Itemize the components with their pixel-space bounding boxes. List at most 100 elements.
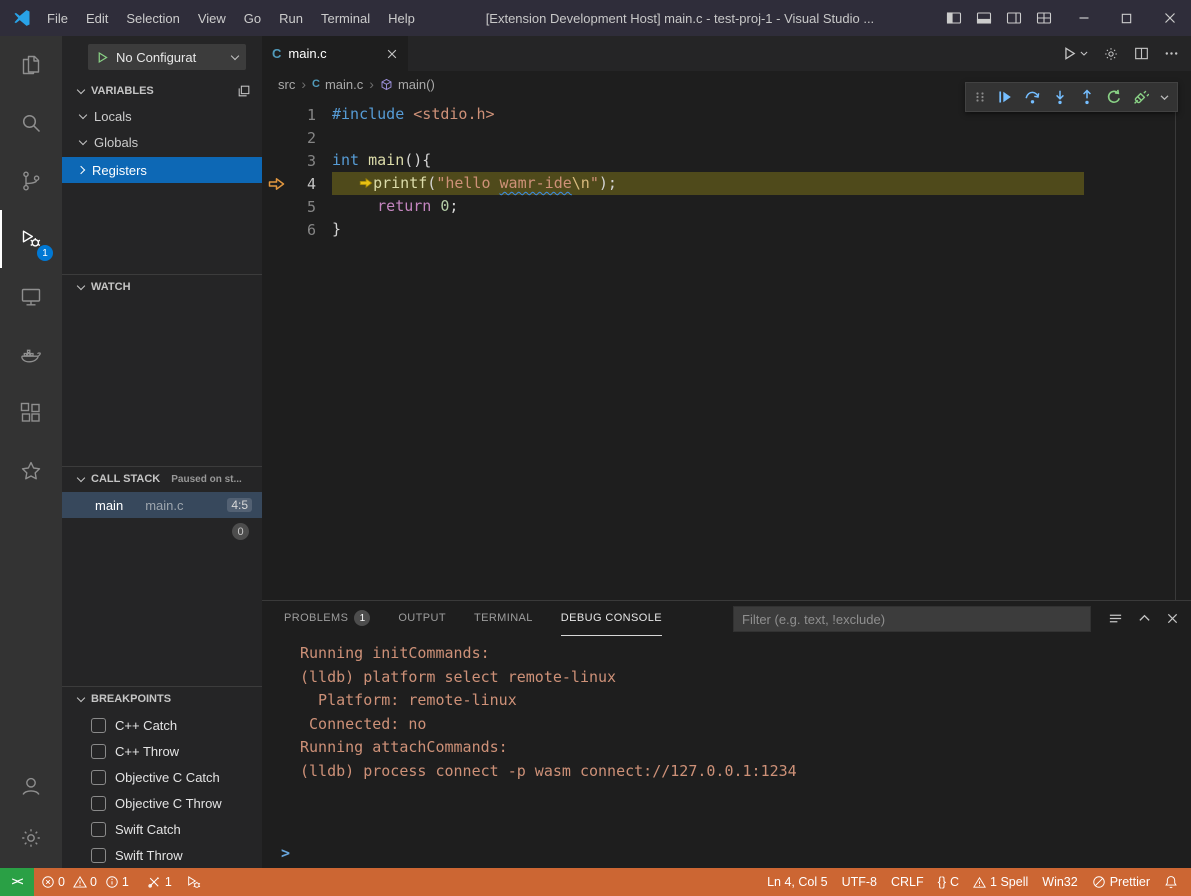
- gripper-icon[interactable]: [974, 89, 986, 105]
- breakpoint-checkbox[interactable]: [91, 744, 106, 759]
- editor-tab-bar: C main.c: [262, 36, 1191, 71]
- watch-section-header[interactable]: WATCH: [62, 276, 262, 298]
- minimize-button[interactable]: [1062, 0, 1105, 36]
- code-line[interactable]: 5 return 0;: [262, 195, 1191, 218]
- continue-icon[interactable]: [997, 89, 1013, 105]
- code-line[interactable]: 2: [262, 126, 1191, 149]
- step-out-icon[interactable]: [1079, 89, 1095, 105]
- section-actions-icon[interactable]: [237, 84, 251, 98]
- activity-docker-icon[interactable]: [0, 326, 62, 384]
- menu-help[interactable]: Help: [379, 0, 424, 36]
- cursor-position[interactable]: Ln 4, Col 5: [760, 868, 834, 896]
- chevron-down-icon[interactable]: [1160, 94, 1169, 101]
- encoding[interactable]: UTF-8: [835, 868, 884, 896]
- code-token: return: [377, 197, 440, 215]
- step-into-icon[interactable]: [1052, 89, 1068, 105]
- debug-config-dropdown[interactable]: No Configurat: [88, 44, 246, 70]
- platform-status[interactable]: Win32: [1035, 868, 1084, 896]
- language-mode[interactable]: {}C: [931, 868, 966, 896]
- menu-selection[interactable]: Selection: [117, 0, 188, 36]
- breakpoint-item[interactable]: Swift Catch: [62, 816, 262, 842]
- toggle-panel-icon[interactable]: [976, 10, 992, 26]
- panel-tab-problems[interactable]: PROBLEMS1: [284, 601, 370, 636]
- activity-account-icon[interactable]: [0, 760, 62, 812]
- debug-status[interactable]: [179, 868, 208, 896]
- activity-explorer-icon[interactable]: [0, 36, 62, 94]
- call-stack-section-header[interactable]: CALL STACK Paused on st...: [62, 468, 262, 490]
- editor-scrollbar[interactable]: [1175, 97, 1176, 600]
- problems-status[interactable]: 0 0 1: [34, 868, 140, 896]
- breakpoint-item[interactable]: C++ Throw: [62, 738, 262, 764]
- breakpoints-section-header[interactable]: BREAKPOINTS: [62, 688, 262, 710]
- tab-main-c[interactable]: C main.c: [262, 36, 408, 71]
- breakpoint-item[interactable]: C++ Catch: [62, 712, 262, 738]
- breadcrumb-separator: ›: [369, 76, 374, 92]
- variables-item-locals[interactable]: Locals: [62, 104, 262, 128]
- debug-current-line-arrow-icon[interactable]: [262, 177, 290, 191]
- output-actions-icon[interactable]: [1108, 611, 1123, 626]
- code-editor[interactable]: 1#include <stdio.h>23int main(){4 printf…: [262, 97, 1191, 600]
- activity-extensions-icon[interactable]: [0, 384, 62, 442]
- formatter-status[interactable]: Prettier: [1085, 868, 1157, 896]
- activity-source-control-icon[interactable]: [0, 152, 62, 210]
- code-token: ;: [449, 197, 458, 215]
- close-panel-icon[interactable]: [1166, 612, 1179, 625]
- console-filter-input[interactable]: [733, 606, 1091, 632]
- maximize-button[interactable]: [1105, 0, 1148, 36]
- customize-layout-icon[interactable]: [1036, 10, 1052, 26]
- run-or-debug-button[interactable]: [1062, 46, 1088, 61]
- tab-close-icon[interactable]: [386, 48, 398, 60]
- breakpoint-checkbox[interactable]: [91, 770, 106, 785]
- notifications-bell-icon[interactable]: [1157, 868, 1185, 896]
- menu-file[interactable]: File: [38, 0, 77, 36]
- stack-frame-row[interactable]: main main.c 4:5: [62, 492, 262, 518]
- menu-go[interactable]: Go: [235, 0, 270, 36]
- panel-tab-output[interactable]: OUTPUT: [398, 601, 446, 636]
- maximize-panel-icon[interactable]: [1138, 612, 1151, 625]
- breakpoint-checkbox[interactable]: [91, 718, 106, 733]
- breakpoint-item[interactable]: Swift Throw: [62, 842, 262, 868]
- split-editor-icon[interactable]: [1134, 46, 1149, 61]
- breakpoint-checkbox[interactable]: [91, 822, 106, 837]
- code-line[interactable]: 4 printf("hello wamr-ide\n");: [262, 172, 1191, 195]
- menu-run[interactable]: Run: [270, 0, 312, 36]
- disconnect-icon[interactable]: [1133, 89, 1149, 105]
- panel-tab-terminal[interactable]: TERMINAL: [474, 601, 533, 636]
- start-debug-icon[interactable]: [96, 51, 109, 64]
- spell-checker-status[interactable]: 1 Spell: [966, 868, 1035, 896]
- variables-item-globals[interactable]: Globals: [62, 130, 262, 154]
- close-button[interactable]: [1148, 0, 1191, 36]
- more-actions-icon[interactable]: [1164, 46, 1179, 61]
- activity-settings-icon[interactable]: [0, 812, 62, 864]
- menu-view[interactable]: View: [189, 0, 235, 36]
- restart-icon[interactable]: [1106, 89, 1122, 105]
- toolchain-status[interactable]: 1: [140, 868, 179, 896]
- debug-console-output[interactable]: Running initCommands:(lldb) platform sel…: [262, 636, 1191, 868]
- variables-item-registers[interactable]: Registers: [62, 157, 262, 183]
- activity-search-icon[interactable]: [0, 94, 62, 152]
- panel-tab-debug-console[interactable]: DEBUG CONSOLE: [561, 601, 662, 636]
- remote-indicator[interactable]: ><: [0, 868, 34, 896]
- breadcrumb-folder[interactable]: src: [278, 77, 295, 92]
- breadcrumb-file[interactable]: C main.c: [312, 77, 363, 92]
- menu-edit[interactable]: Edit: [77, 0, 117, 36]
- breakpoint-item[interactable]: Objective C Throw: [62, 790, 262, 816]
- activity-favorites-icon[interactable]: [0, 442, 62, 500]
- code-line[interactable]: 6}: [262, 218, 1191, 241]
- breakpoint-checkbox[interactable]: [91, 796, 106, 811]
- console-prompt[interactable]: >: [281, 844, 290, 862]
- code-line[interactable]: 3int main(){: [262, 149, 1191, 172]
- breakpoint-item[interactable]: Objective C Catch: [62, 764, 262, 790]
- toggle-secondary-sidebar-icon[interactable]: [1006, 10, 1022, 26]
- toggle-sidebar-icon[interactable]: [946, 10, 962, 26]
- gear-icon[interactable]: [1103, 46, 1119, 62]
- menu-terminal[interactable]: Terminal: [312, 0, 379, 36]
- breakpoint-checkbox[interactable]: [91, 848, 106, 863]
- step-over-icon[interactable]: [1024, 89, 1041, 105]
- activity-remote-explorer-icon[interactable]: [0, 268, 62, 326]
- variables-section-header[interactable]: VARIABLES: [62, 80, 262, 102]
- chevron-down-icon: [77, 693, 85, 701]
- breadcrumb-symbol[interactable]: main(): [380, 77, 435, 92]
- activity-run-and-debug-icon[interactable]: 1: [0, 210, 62, 268]
- eol-sequence[interactable]: CRLF: [884, 868, 931, 896]
